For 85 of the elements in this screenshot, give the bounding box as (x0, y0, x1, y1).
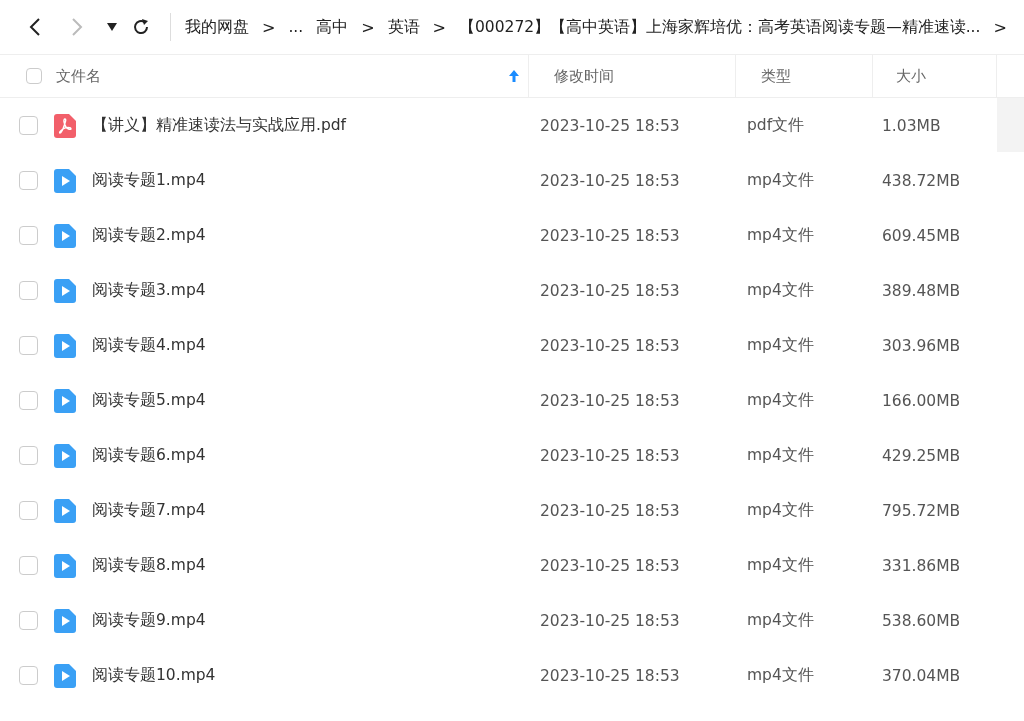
checkbox[interactable] (19, 666, 38, 685)
caret-down-icon (107, 23, 117, 31)
checkbox[interactable] (19, 391, 38, 410)
file-name[interactable]: 阅读专题2.mp4 (92, 225, 206, 246)
breadcrumb-link[interactable]: 【000272】【高中英语】上海家辉培优：高考英语阅读专题—精准速读... (459, 16, 981, 38)
checkbox[interactable] (19, 281, 38, 300)
sort-arrow-icon[interactable] (509, 70, 519, 82)
file-size: 303.96MB (882, 336, 961, 355)
checkbox[interactable] (19, 446, 38, 465)
modified-time: 2023-10-25 18:53 (540, 226, 680, 245)
checkbox[interactable] (19, 556, 38, 575)
file-size: 166.00MB (882, 391, 961, 410)
file-size: 438.72MB (882, 171, 961, 190)
modified-time: 2023-10-25 18:53 (540, 446, 680, 465)
column-header[interactable]: 大小 (896, 66, 926, 86)
chevron-right-icon (70, 17, 84, 37)
breadcrumb-separator: > (262, 17, 276, 37)
column-header[interactable]: 修改时间 (554, 66, 614, 86)
file-size: 1.03MB (882, 116, 941, 135)
file-name[interactable]: 阅读专题6.mp4 (92, 445, 206, 466)
file-name[interactable]: 阅读专题7.mp4 (92, 500, 206, 521)
file-type: mp4文件 (747, 225, 814, 246)
video-file-icon (54, 333, 76, 358)
modified-time: 2023-10-25 18:53 (540, 391, 680, 410)
checkbox[interactable] (19, 501, 38, 520)
checkbox[interactable] (19, 226, 38, 245)
modified-time: 2023-10-25 18:53 (540, 611, 680, 630)
file-size: 389.48MB (882, 281, 961, 300)
file-name[interactable]: 阅读专题8.mp4 (92, 555, 206, 576)
file-name[interactable]: 阅读专题10.mp4 (92, 665, 216, 686)
video-file-icon (54, 388, 76, 413)
chevron-left-icon (28, 17, 42, 37)
breadcrumb-separator: > (993, 17, 1007, 37)
file-type: mp4文件 (747, 445, 814, 466)
file-name[interactable]: 阅读专题4.mp4 (92, 335, 206, 356)
modified-time: 2023-10-25 18:53 (540, 336, 680, 355)
file-size: 538.60MB (882, 611, 961, 630)
checkbox[interactable] (19, 611, 38, 630)
file-type: mp4文件 (747, 170, 814, 191)
file-type: mp4文件 (747, 500, 814, 521)
file-type: pdf文件 (747, 115, 805, 136)
video-file-icon (54, 608, 76, 633)
breadcrumb-separator: > (361, 17, 375, 37)
breadcrumb-ellipsis[interactable]: ... (288, 18, 304, 36)
breadcrumb-link[interactable]: 英语 (387, 16, 420, 38)
file-type: mp4文件 (747, 390, 814, 411)
breadcrumb-link[interactable]: 我的网盘 (185, 16, 249, 38)
file-name[interactable]: 【讲义】精准速读法与实战应用.pdf (92, 115, 347, 136)
refresh-icon (132, 18, 150, 36)
modified-time: 2023-10-25 18:53 (540, 501, 680, 520)
video-file-icon (54, 443, 76, 468)
video-file-icon (54, 168, 76, 193)
file-size: 609.45MB (882, 226, 961, 245)
column-header[interactable]: 文件名 (56, 66, 101, 86)
pdf-file-icon (54, 113, 76, 138)
video-file-icon (54, 663, 76, 688)
checkbox[interactable] (19, 336, 38, 355)
video-file-icon (54, 278, 76, 303)
file-name[interactable]: 阅读专题1.mp4 (92, 170, 206, 191)
breadcrumb-separator: > (432, 17, 446, 37)
breadcrumb-link[interactable]: 高中 (316, 16, 349, 38)
checkbox[interactable] (19, 116, 38, 135)
file-type: mp4文件 (747, 335, 814, 356)
video-file-icon (54, 553, 76, 578)
modified-time: 2023-10-25 18:53 (540, 281, 680, 300)
modified-time: 2023-10-25 18:53 (540, 116, 680, 135)
file-size: 429.25MB (882, 446, 961, 465)
file-name[interactable]: 阅读专题3.mp4 (92, 280, 206, 301)
file-type: mp4文件 (747, 610, 814, 631)
file-size: 795.72MB (882, 501, 961, 520)
file-size: 370.04MB (882, 666, 961, 685)
checkbox[interactable] (19, 171, 38, 190)
video-file-icon (54, 223, 76, 248)
video-file-icon (54, 498, 76, 523)
file-type: mp4文件 (747, 280, 814, 301)
column-header[interactable]: 类型 (761, 66, 791, 86)
file-name[interactable]: 阅读专题5.mp4 (92, 390, 206, 411)
modified-time: 2023-10-25 18:53 (540, 171, 680, 190)
file-type: mp4文件 (747, 555, 814, 576)
file-type: mp4文件 (747, 665, 814, 686)
modified-time: 2023-10-25 18:53 (540, 666, 680, 685)
file-name[interactable]: 阅读专题9.mp4 (92, 610, 206, 631)
file-size: 331.86MB (882, 556, 961, 575)
checkbox[interactable] (26, 68, 42, 84)
modified-time: 2023-10-25 18:53 (540, 556, 680, 575)
